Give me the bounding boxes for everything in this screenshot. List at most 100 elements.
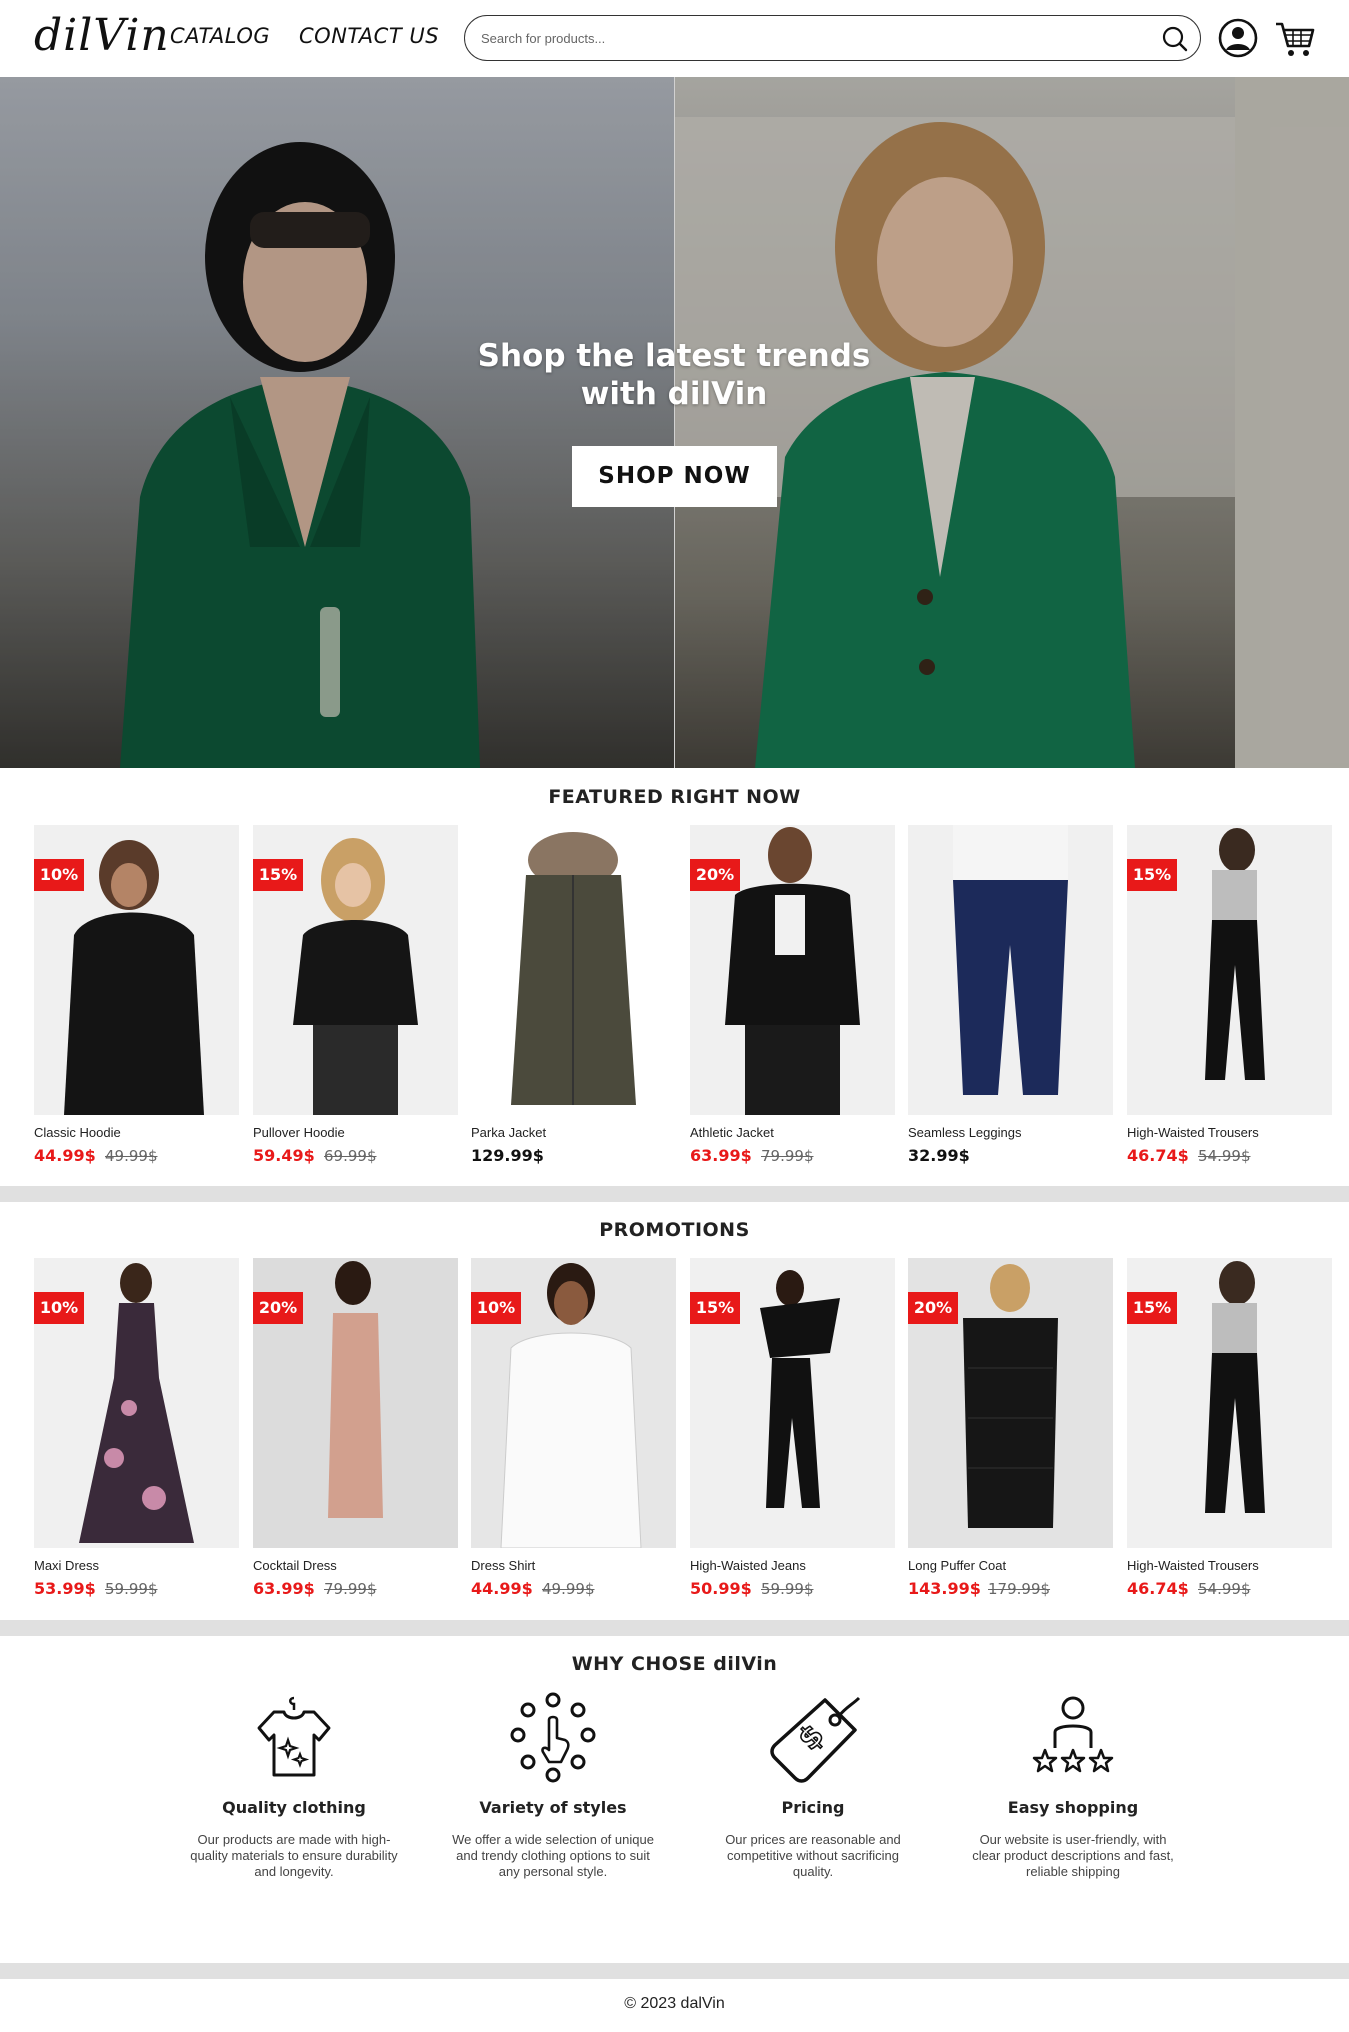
section-divider [0,1186,1349,1202]
promotion-products: 10% Maxi Dress 53.99$ 59.99$ 20% Cocktai… [34,1258,1332,1618]
discount-badge: 10% [471,1292,521,1324]
product-name: Cocktail Dress [253,1558,337,1573]
featured-section-title: FEATURED RIGHT NOW [548,786,801,808]
product-name: Pullover Hoodie [253,1125,345,1140]
footer-copyright: © 2023 dalVin [624,1995,725,2012]
hero-overlay [0,77,1349,768]
feature-description: Our website is user-friendly, with clear… [972,1832,1174,1879]
product-card[interactable]: 10% Maxi Dress 53.99$ 59.99$ [34,1258,239,1608]
search-button[interactable] [1160,24,1190,54]
product-photo [511,832,636,1105]
hand-tap-icon [510,1692,596,1783]
product-name: Parka Jacket [471,1125,547,1140]
product-old-price: 79.99$ [761,1147,814,1165]
hero-banner: Shop the latest trends with dilVin SHOP … [0,77,1349,768]
account-button[interactable] [1218,18,1258,58]
product-card[interactable]: 15% High-Waisted Trousers 46.74$ 54.99$ [1127,1258,1332,1608]
product-name: Maxi Dress [34,1558,100,1573]
hero-title: Shop the latest trends with dilVin [374,337,974,413]
product-old-price: 59.99$ [105,1580,158,1598]
product-name: High-Waisted Trousers [1127,1558,1259,1573]
feature-title: Quality clothing [222,1798,366,1817]
product-price: 32.99$ [908,1146,970,1165]
discount-badge: 15% [690,1292,740,1324]
discount-badge: 15% [1127,1292,1177,1324]
product-old-price: 49.99$ [542,1580,595,1598]
product-name: High-Waisted Trousers [1127,1125,1259,1140]
product-old-price: 54.99$ [1198,1147,1251,1165]
shopping-cart-icon [1276,22,1315,56]
feature-description: We offer a wide selection of unique and … [452,1832,654,1879]
product-card[interactable]: 15% High-Waisted Trousers 46.74$ 54.99$ [1127,825,1332,1175]
features-list: Quality clothing Our products are made w… [0,1690,1349,1950]
product-price: 50.99$ [690,1579,752,1598]
discount-badge: 10% [34,1292,84,1324]
product-price: 44.99$ [471,1579,533,1598]
discount-badge: 20% [908,1292,958,1324]
shirt-sparkle-icon [257,1696,331,1777]
search-bar [464,15,1201,61]
price-tag-icon: $ [770,1696,861,1783]
section-divider [0,1963,1349,1979]
product-old-price: 54.99$ [1198,1580,1251,1598]
cart-button[interactable] [1273,16,1317,60]
product-name: Long Puffer Coat [908,1558,1007,1573]
nav-catalog[interactable]: CATALOG [170,24,270,48]
product-card[interactable]: Seamless Leggings 32.99$ [908,825,1113,1175]
product-price: 63.99$ [253,1579,315,1598]
product-name: Classic Hoodie [34,1125,121,1140]
feature-title: Easy shopping [1007,1798,1139,1817]
product-card[interactable]: 10% Classic Hoodie 44.99$ 49.99$ [34,825,239,1175]
product-old-price: 179.99$ [988,1580,1051,1598]
product-name: Dress Shirt [471,1558,536,1573]
discount-badge: 20% [690,859,740,891]
feature-description: Our prices are reasonable and competitiv… [725,1832,901,1879]
search-input[interactable] [481,26,1121,50]
product-name: Seamless Leggings [908,1125,1022,1140]
feature-title: Pricing [781,1798,845,1817]
featured-products: 10% Classic Hoodie 44.99$ 49.99$ 15% Pul… [34,825,1332,1185]
product-image [471,825,676,1115]
product-card[interactable]: 20% Long Puffer Coat 143.99$ 179.99$ [908,1258,1113,1608]
user-rating-icon [1032,1696,1114,1773]
product-old-price: 59.99$ [761,1580,814,1598]
nav-contact-us[interactable]: CONTACT US [299,24,439,48]
site-header: dilVin CATALOG CONTACT US [0,0,1349,77]
product-price: 46.74$ [1127,1579,1189,1598]
hero-title-line-2: with dilVin [580,376,768,412]
product-card[interactable]: 20% Cocktail Dress 63.99$ 79.99$ [253,1258,458,1608]
product-card[interactable]: 15% High-Waisted Jeans 50.99$ 59.99$ [690,1258,895,1608]
product-old-price: 49.99$ [105,1147,158,1165]
product-card[interactable]: Parka Jacket 129.99$ [471,825,676,1175]
product-card[interactable]: 15% Pullover Hoodie 59.49$ 69.99$ [253,825,458,1175]
product-old-price: 79.99$ [324,1580,377,1598]
product-price: 129.99$ [471,1146,544,1165]
discount-badge: 10% [34,859,84,891]
product-price: 63.99$ [690,1146,752,1165]
search-icon [1162,26,1188,52]
discount-badge: 15% [253,859,303,891]
product-old-price: 69.99$ [324,1147,377,1165]
product-photo [953,825,1068,1095]
section-divider [0,1620,1349,1636]
product-price: 46.74$ [1127,1146,1189,1165]
product-name: High-Waisted Jeans [690,1558,806,1573]
product-price: 53.99$ [34,1579,96,1598]
product-price: 143.99$ [908,1579,981,1598]
promotions-section-title: PROMOTIONS [599,1219,750,1241]
product-name: Athletic Jacket [690,1125,774,1140]
product-price: 59.49$ [253,1146,315,1165]
why-section-title: WHY CHOSE dilVin [571,1653,778,1675]
hero-title-line-1: Shop the latest trends [477,338,871,374]
site-logo[interactable]: dilVin [34,10,170,61]
shop-now-button[interactable]: SHOP NOW [572,446,777,507]
product-image [908,825,1113,1115]
feature-description: Our products are made with high-quality … [190,1832,398,1879]
product-card[interactable]: 20% Athletic Jacket 63.99$ 79.99$ [690,825,895,1175]
feature-title: Variety of styles [479,1798,627,1817]
discount-badge: 20% [253,1292,303,1324]
product-card[interactable]: 10% Dress Shirt 44.99$ 49.99$ [471,1258,676,1608]
product-price: 44.99$ [34,1146,96,1165]
discount-badge: 15% [1127,859,1177,891]
user-icon [1218,18,1258,58]
